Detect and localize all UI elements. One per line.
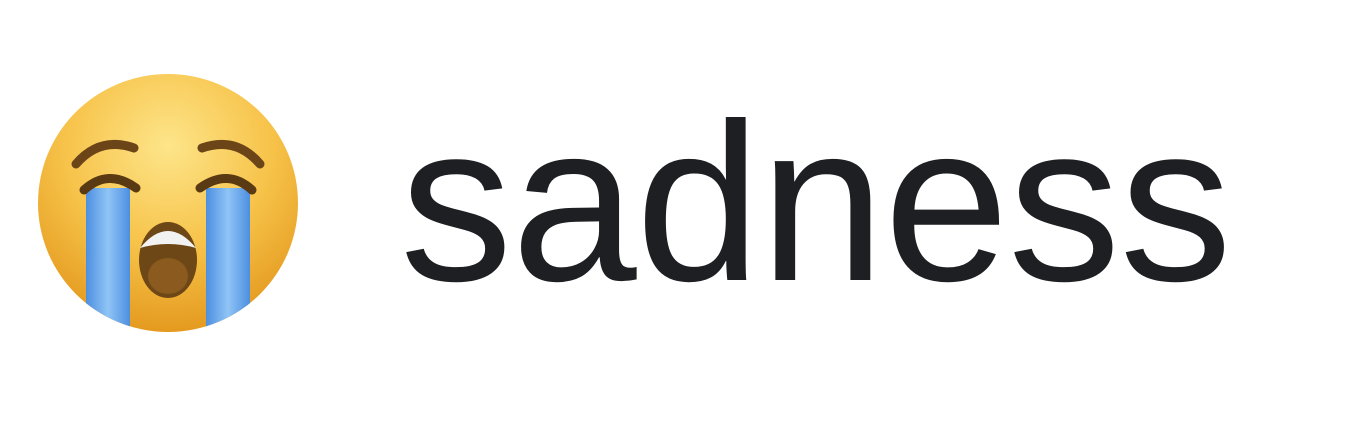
sadness-label: sadness bbox=[400, 76, 1232, 328]
mouth-inner bbox=[148, 258, 188, 294]
left-tear bbox=[86, 188, 130, 332]
loudly-crying-face-icon bbox=[36, 72, 300, 334]
canvas: sadness bbox=[0, 0, 1356, 434]
right-tear bbox=[206, 188, 250, 332]
